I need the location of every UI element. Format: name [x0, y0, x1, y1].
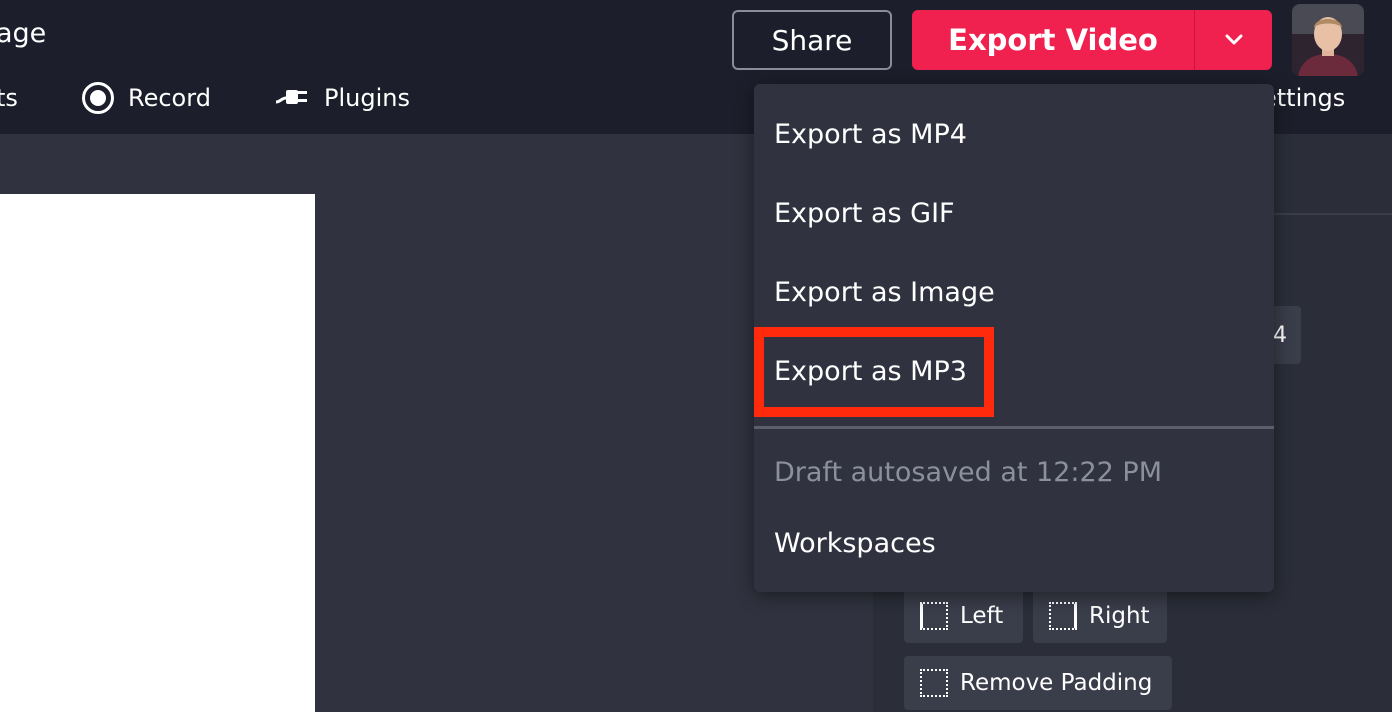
menu-item-export-mp4[interactable]: Export as MP4: [774, 110, 967, 158]
padding-button-label: Remove Padding: [960, 670, 1153, 696]
toolbar-item-settings[interactable]: ettings: [1262, 80, 1345, 116]
chevron-down-icon: [1224, 31, 1244, 50]
toolbar-item-record[interactable]: Record: [82, 80, 211, 116]
project-title[interactable]: age: [0, 18, 46, 49]
video-canvas[interactable]: [0, 194, 315, 712]
padding-icon: [920, 669, 948, 697]
record-icon: [82, 82, 114, 114]
toolbar-item-plugins[interactable]: Plugins: [274, 80, 410, 116]
autosave-status: Draft autosaved at 12:22 PM: [774, 456, 1163, 488]
share-button[interactable]: Share: [732, 10, 892, 70]
padding-left-button[interactable]: Left: [904, 589, 1023, 643]
panel-divider: [1274, 213, 1392, 215]
padding-button-label: Left: [960, 603, 1004, 629]
padding-right-button[interactable]: Right: [1033, 589, 1167, 643]
highlight-annotation: [754, 327, 994, 417]
padding-button-label: Right: [1089, 603, 1150, 629]
export-options-toggle[interactable]: [1194, 10, 1272, 70]
remove-padding-button[interactable]: Remove Padding: [904, 656, 1172, 710]
toolbar-item-label: Record: [128, 84, 211, 112]
toolbar-item-label: ts: [0, 84, 18, 112]
menu-item-export-gif[interactable]: Export as GIF: [774, 189, 955, 237]
avatar[interactable]: [1292, 4, 1364, 76]
plug-icon: [274, 82, 310, 114]
padding-left-icon: [920, 602, 948, 630]
padding-right-icon: [1049, 602, 1077, 630]
toolbar-item-label: Plugins: [324, 84, 410, 112]
toolbar-item-partial-left[interactable]: ts: [0, 80, 18, 116]
menu-divider: [754, 426, 1274, 429]
export-video-button[interactable]: Export Video: [912, 10, 1194, 70]
menu-item-export-image[interactable]: Export as Image: [774, 268, 995, 316]
toolbar-item-label: ettings: [1262, 84, 1346, 112]
menu-item-workspaces[interactable]: Workspaces: [774, 519, 936, 567]
